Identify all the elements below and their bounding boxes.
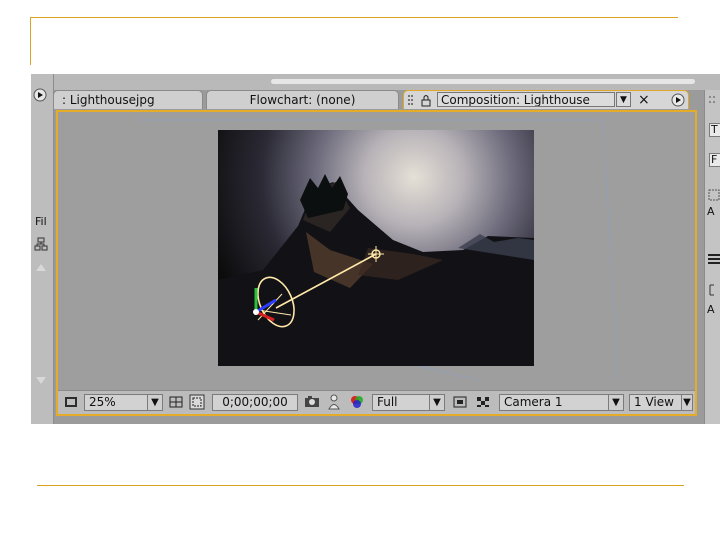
panel-menu-icon[interactable] [670,92,686,108]
after-effects-screenshot: Fil : Lighthousejpg Flowchart: (none) Co… [31,74,720,424]
safe-zones-icon[interactable] [168,394,184,410]
camera-gizmo[interactable] [218,130,534,366]
zoom-dropdown-button[interactable]: ▼ [147,394,163,411]
font-field[interactable]: F [709,153,720,167]
panel-grip-icon[interactable] [708,94,718,106]
resolution-selector[interactable]: Full [372,394,430,411]
channels-icon[interactable] [349,394,365,410]
tab-close-button[interactable]: × [638,91,650,109]
lock-icon[interactable] [420,94,432,107]
view-layout-value: 1 View [634,395,674,409]
paragraph-align-icon[interactable] [707,252,720,266]
right-tool-strip: T F A A [704,90,720,424]
tab-flowchart[interactable]: Flowchart: (none) [206,90,399,109]
kerning-icon[interactable] [707,188,720,202]
flowchart-icon[interactable] [34,237,48,251]
panel-drag-bar[interactable] [271,79,695,84]
project-file-label: Fil [35,215,47,228]
tab-footage[interactable]: : Lighthousejpg [53,90,203,109]
project-panel-edge: Fil [31,74,54,424]
camera-selector[interactable]: Camera 1 [499,394,609,411]
slide-bottom-rule [37,485,684,486]
text-tool-button[interactable]: T [709,123,720,137]
tracking-label: A [707,205,715,218]
composition-viewer[interactable] [218,130,534,366]
grip-icon[interactable] [407,94,413,106]
tab-footage-label: : Lighthousejpg [62,93,155,107]
camera-value: Camera 1 [504,395,563,409]
slide-left-rule [30,17,31,65]
space-label: A [707,303,715,316]
show-snapshot-icon[interactable] [326,394,342,410]
composition-status-bar: 25% ▼ 0;00;00;00 Full ▼ Camera 1 ▼ 1 Vie… [58,390,695,414]
snapshot-icon[interactable] [304,394,320,410]
camera-dropdown-button[interactable]: ▼ [608,394,624,411]
view-layout-selector[interactable]: 1 View [629,394,682,411]
zoom-selector[interactable]: 25% [84,394,148,411]
slide-top-rule [30,17,678,18]
composition-panel: 25% ▼ 0;00;00;00 Full ▼ Camera 1 ▼ 1 Vie… [56,110,697,416]
tab-flowchart-label: Flowchart: (none) [249,93,356,107]
always-preview-icon[interactable] [63,394,79,410]
scroll-down-icon[interactable] [34,374,48,386]
font-field-letter: F [711,153,718,166]
indent-icon[interactable] [707,283,720,297]
tab-composition-label: Composition: Lighthouse [441,93,590,107]
transparency-grid-icon[interactable] [475,394,491,410]
resolution-dropdown-button[interactable]: ▼ [429,394,445,411]
resolution-value: Full [377,395,398,409]
mask-visibility-icon[interactable] [189,394,205,410]
tab-composition[interactable]: Composition: Lighthouse ▼ × [403,90,689,109]
timecode-value: 0;00;00;00 [222,395,288,409]
scroll-up-icon[interactable] [34,261,48,273]
view-layout-dropdown-button[interactable]: ▼ [681,394,693,411]
timecode-field[interactable]: 0;00;00;00 [212,394,298,411]
composition-dropdown-button[interactable]: ▼ [616,92,631,107]
panel-top-strip [31,74,720,90]
zoom-value: 25% [89,395,116,409]
text-tool-letter: T [711,123,718,136]
composition-selector[interactable]: Composition: Lighthouse [437,92,615,107]
region-of-interest-icon[interactable] [452,394,468,410]
panel-menu-icon[interactable] [33,88,47,102]
